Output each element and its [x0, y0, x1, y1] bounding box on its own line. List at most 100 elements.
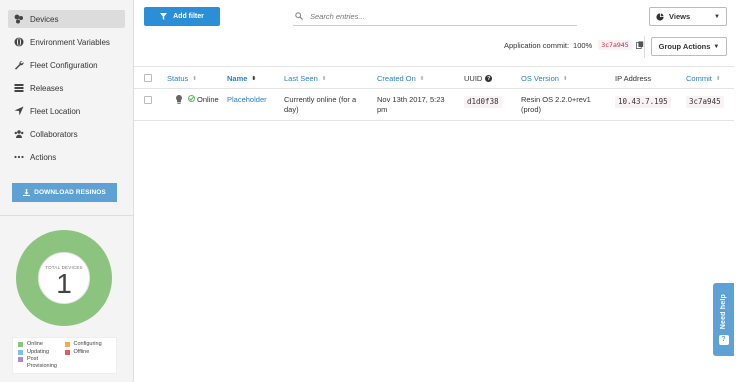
sort-icon: ⬍	[192, 75, 197, 82]
legend-item-online: Online	[18, 341, 65, 348]
sort-icon: ⬍	[251, 75, 257, 82]
status-legend: Online Configuring Updating Offline Post…	[12, 337, 117, 374]
device-name-link[interactable]: Placeholder	[227, 95, 267, 105]
application-commit-label: Application commit:	[504, 40, 570, 50]
sidebar-item-label: Actions	[30, 152, 57, 162]
row-checkbox[interactable]	[144, 96, 152, 104]
column-label: Commit	[686, 74, 712, 83]
search-input[interactable]	[310, 11, 560, 21]
sidebar: Devices Environment Variables Fleet Conf…	[0, 0, 134, 382]
column-label: OS Version	[521, 74, 559, 83]
search-icon	[295, 12, 303, 20]
views-label: Views	[669, 12, 691, 21]
column-label: Created On	[377, 74, 416, 83]
sidebar-item-actions[interactable]: Actions	[8, 148, 125, 166]
sidebar-nav: Devices Environment Variables Fleet Conf…	[0, 0, 133, 166]
device-uuid: d1d0f38	[464, 96, 502, 108]
check-circle-icon	[188, 95, 195, 102]
filter-icon	[160, 13, 168, 20]
lightbulb-icon[interactable]	[175, 95, 183, 104]
group-actions-dropdown[interactable]: Group Actions ▼	[651, 37, 727, 56]
ellipsis-icon	[13, 151, 25, 163]
legend-label: Post Provisioning	[27, 356, 57, 369]
need-help-label: Need help	[720, 294, 727, 330]
legend-swatch	[64, 349, 70, 355]
application-commit: Application commit: 100% 3c7a945	[504, 40, 644, 50]
sidebar-item-label: Environment Variables	[30, 37, 110, 47]
device-ip-address: 10.43.7.195	[615, 96, 671, 108]
sort-icon: ⬍	[321, 75, 327, 82]
column-label: Status	[167, 74, 189, 83]
column-name[interactable]: Name ⬍	[227, 74, 256, 83]
copy-icon[interactable]	[635, 41, 644, 49]
legend-label: Configuring	[73, 341, 102, 347]
sidebar-item-collaborators[interactable]: Collaborators	[8, 125, 125, 143]
application-commit-hash: 3c7a945	[598, 40, 632, 50]
donut-center: TOTAL DEVICES 1	[14, 228, 114, 328]
sidebar-item-label: Devices	[30, 14, 59, 24]
help-icon[interactable]: ?	[485, 75, 493, 82]
users-icon	[13, 128, 25, 140]
caret-down-icon: ▼	[713, 43, 720, 50]
sidebar-divider	[0, 215, 134, 216]
legend-item-post-provisioning: Post Provisioning	[18, 356, 65, 369]
need-help-tab[interactable]: Need help ?	[713, 283, 734, 356]
question-icon: ?	[718, 334, 729, 345]
globe-icon	[13, 36, 25, 48]
column-uuid: UUID?	[464, 74, 493, 83]
column-label: Last Seen	[284, 74, 318, 83]
sidebar-item-environment-variables[interactable]: Environment Variables	[8, 33, 125, 51]
location-arrow-icon	[13, 105, 25, 117]
legend-swatch	[64, 342, 70, 347]
legend-item-updating: Updating	[18, 349, 65, 356]
sidebar-item-label: Collaborators	[30, 129, 78, 139]
sidebar-item-label: Fleet Location	[30, 106, 81, 116]
column-created-on[interactable]: Created On ⬍	[377, 74, 424, 83]
column-commit[interactable]: Commit ⬍	[686, 74, 720, 83]
legend-item-configuring: Configuring	[64, 341, 112, 348]
wrench-icon	[13, 59, 25, 71]
add-filter-label: Add filter	[173, 13, 204, 20]
column-ip-address: IP Address	[615, 74, 651, 83]
search-box	[293, 7, 577, 26]
legend-label: Online	[27, 341, 43, 347]
device-commit: 3c7a945	[686, 96, 724, 108]
column-last-seen[interactable]: Last Seen ⬍	[284, 74, 326, 83]
sort-icon: ⬍	[419, 75, 425, 82]
column-status[interactable]: Status ⬍	[167, 74, 197, 83]
legend-label: Updating	[27, 348, 50, 355]
sidebar-item-releases[interactable]: Releases	[8, 79, 125, 97]
device-last-seen: Currently online (for a day)	[284, 95, 357, 114]
device-created-on: Nov 13th 2017, 5:23 pm	[377, 95, 445, 114]
column-label: UUID	[464, 74, 483, 83]
table-header: Status ⬍ Name ⬍ Last Seen ⬍ Created On ⬍ UUI…	[134, 66, 734, 89]
column-os-version[interactable]: OS Version ⬍	[521, 74, 568, 83]
application-commit-percent: 100%	[573, 40, 593, 50]
sidebar-item-label: Fleet Configuration	[30, 60, 98, 70]
add-filter-button[interactable]: Add filter	[144, 7, 220, 26]
group-actions-label: Group Actions	[658, 42, 711, 51]
device-os-version: Resin OS 2.2.0+rev1 (prod)	[521, 95, 591, 114]
legend-label: Offline	[73, 348, 90, 355]
column-label: Name	[227, 74, 248, 83]
column-label: IP Address	[615, 74, 652, 83]
caret-down-icon: ▼	[714, 13, 720, 20]
sidebar-item-fleet-configuration[interactable]: Fleet Configuration	[8, 56, 125, 74]
table-row[interactable]: Online Placeholder Currently online (for…	[134, 89, 734, 121]
total-devices-count: 1	[56, 267, 72, 299]
download-resinos-button[interactable]: DOWNLOAD RESINOS	[12, 183, 117, 202]
download-resinos-label: DOWNLOAD RESINOS	[34, 189, 106, 196]
sort-icon: ⬍	[715, 75, 721, 82]
devices-icon	[13, 13, 25, 25]
sidebar-item-devices[interactable]: Devices	[8, 10, 125, 28]
legend-swatch	[18, 349, 23, 355]
select-all-checkbox[interactable]	[144, 74, 152, 82]
device-status: Online	[197, 95, 219, 104]
sidebar-item-fleet-location[interactable]: Fleet Location	[8, 102, 125, 120]
legend-swatch	[18, 342, 23, 347]
toolbar-divider	[644, 36, 645, 58]
sidebar-item-label: Releases	[30, 83, 64, 93]
devices-table: Status ⬍ Name ⬍ Last Seen ⬍ Created On ⬍ UUI…	[134, 66, 734, 121]
sort-icon: ⬍	[562, 75, 568, 82]
views-dropdown[interactable]: Views ▼	[649, 7, 727, 26]
